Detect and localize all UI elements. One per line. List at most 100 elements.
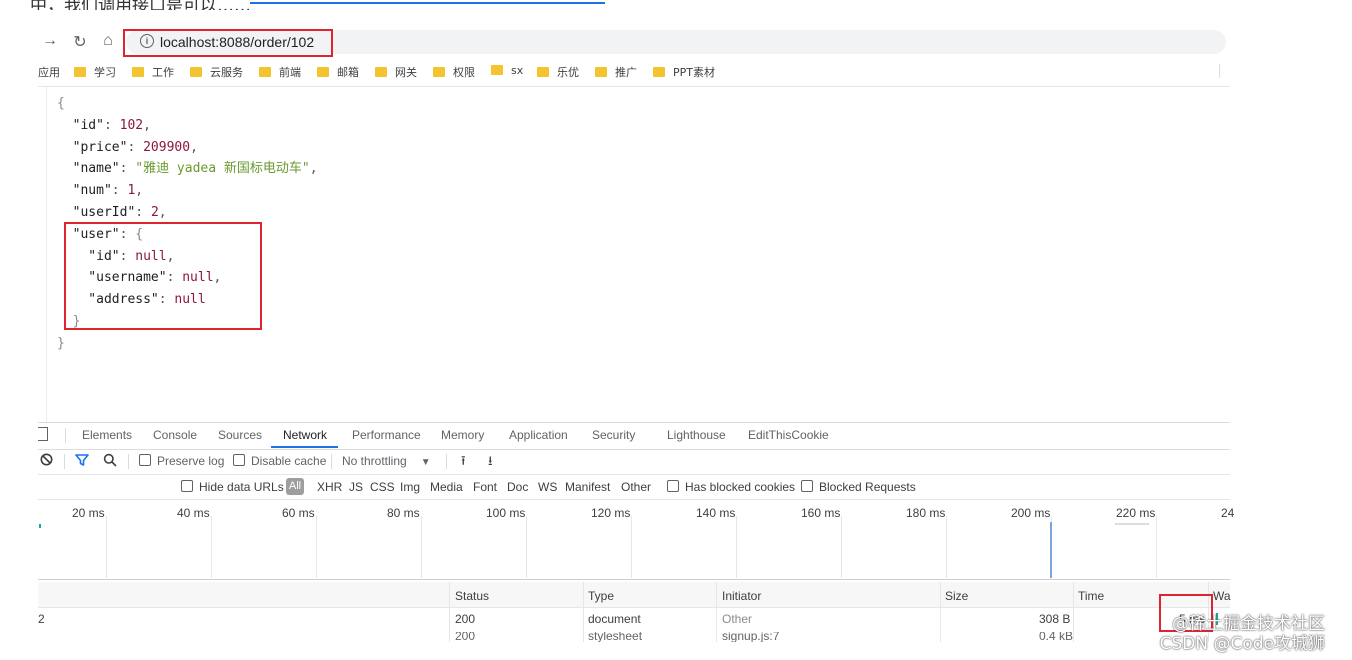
- tab-performance[interactable]: Performance: [352, 428, 421, 442]
- dropdown-arrow-icon: ▼: [420, 457, 431, 468]
- row-size-cell: 308 B: [1039, 612, 1071, 626]
- watermark: @稀土掘金技术社区 CSDN @Code攻城狮: [1152, 614, 1325, 654]
- hide-data-urls-checkbox[interactable]: Hide data URLs: [181, 480, 284, 494]
- top-strip-link-underline: [250, 2, 605, 4]
- network-overview-timeline[interactable]: 20 ms 40 ms 60 ms 80 ms 100 ms 120 ms 14…: [38, 500, 1234, 580]
- toolbar-separator: [128, 454, 129, 469]
- bookmarks-bar: 应用 学习 工作 云服务 前端 邮箱 网关 权限 sx 乐优 推广 PPT素材: [38, 60, 1230, 84]
- folder-icon: [317, 67, 329, 77]
- filter-css[interactable]: CSS: [370, 480, 395, 494]
- timeline-request-marker: [1050, 522, 1052, 578]
- toolbar-separator: [331, 454, 332, 469]
- filter-xhr[interactable]: XHR: [317, 480, 342, 494]
- filter-img[interactable]: Img: [400, 480, 420, 494]
- bookmark-item[interactable]: 权限: [433, 64, 475, 80]
- folder-icon: [491, 65, 503, 75]
- column-waterfall[interactable]: Wa: [1213, 589, 1231, 603]
- bookmark-item[interactable]: 工作: [132, 64, 174, 80]
- timeline-tick: 20 ms: [72, 506, 105, 520]
- timeline-gridline: [106, 516, 107, 578]
- table-row-partial[interactable]: 200 stylesheet signup.js:7 0.4 kB: [38, 632, 1230, 642]
- tab-lighthouse[interactable]: Lighthouse: [667, 428, 726, 442]
- folder-icon: [653, 67, 665, 77]
- timeline-tick: 200 ms: [1011, 506, 1051, 520]
- filter-font[interactable]: Font: [473, 480, 497, 494]
- filter-ws[interactable]: WS: [538, 480, 557, 494]
- blocked-requests-checkbox[interactable]: Blocked Requests: [801, 480, 916, 494]
- tab-memory[interactable]: Memory: [441, 428, 484, 442]
- folder-icon: [375, 67, 387, 77]
- json-line: "name": "雅迪 yadea 新国标电动车",: [57, 161, 318, 177]
- bookmark-apps[interactable]: 应用: [38, 64, 60, 80]
- timeline-tick-underline: [1115, 523, 1149, 525]
- forward-icon[interactable]: →: [40, 32, 60, 50]
- filter-manifest[interactable]: Manifest: [565, 480, 610, 494]
- row-name-cell[interactable]: 2: [38, 612, 45, 626]
- bookmark-item[interactable]: 前端: [259, 64, 301, 80]
- bookmark-item[interactable]: 云服务: [190, 64, 243, 80]
- json-line: }: [57, 335, 65, 351]
- export-har-icon[interactable]: ⭳: [488, 452, 493, 474]
- json-line: "userId": 2,: [57, 204, 167, 220]
- column-type[interactable]: Type: [588, 589, 614, 603]
- filter-all-button[interactable]: All: [286, 478, 304, 495]
- has-blocked-cookies-checkbox[interactable]: Has blocked cookies: [667, 480, 795, 494]
- bookmark-item[interactable]: 推广: [595, 64, 637, 80]
- tab-security[interactable]: Security: [592, 428, 635, 442]
- tab-console[interactable]: Console: [153, 428, 197, 442]
- row-initiator-cell: Other: [722, 612, 753, 626]
- bookmark-item[interactable]: 网关: [375, 64, 417, 80]
- disable-cache-checkbox[interactable]: Disable cache: [233, 454, 326, 468]
- timeline-tick: 120 ms: [591, 506, 631, 520]
- filter-js[interactable]: JS: [349, 480, 363, 494]
- timeline-tick: 40 ms: [177, 506, 210, 520]
- bookmarks-divider: [1219, 64, 1220, 78]
- timeline-gridline: [631, 516, 632, 578]
- timeline-tick: 220 ms: [1116, 506, 1156, 520]
- dock-side-icon[interactable]: [38, 427, 48, 441]
- bookmark-item[interactable]: 学习: [74, 64, 116, 80]
- table-header: Status Type Initiator Size Time Wa: [38, 582, 1231, 608]
- bookmark-item[interactable]: 邮箱: [317, 64, 359, 80]
- filter-doc[interactable]: Doc: [507, 480, 528, 494]
- tab-elements[interactable]: Elements: [82, 428, 132, 442]
- home-icon[interactable]: ⌂: [98, 32, 118, 50]
- filter-media[interactable]: Media: [430, 480, 463, 494]
- network-filter-bar: Hide data URLs All XHR JS CSS Img Media …: [38, 475, 1230, 500]
- page-left-border: [46, 87, 47, 422]
- folder-icon: [132, 67, 144, 77]
- column-time[interactable]: Time: [1078, 589, 1104, 603]
- column-initiator[interactable]: Initiator: [722, 589, 761, 603]
- toolbar-separator: [64, 454, 65, 469]
- folder-icon: [595, 67, 607, 77]
- tab-network[interactable]: Network: [283, 428, 327, 442]
- timeline-tick: 180 ms: [906, 506, 946, 520]
- timeline-gridline: [841, 516, 842, 578]
- json-line: "id": 102,: [57, 117, 151, 133]
- folder-icon: [537, 67, 549, 77]
- import-har-icon[interactable]: ⭱: [461, 452, 466, 474]
- timeline-gridline: [946, 516, 947, 578]
- bookmark-item[interactable]: 乐优: [537, 64, 579, 80]
- timeline-gridline: [736, 516, 737, 578]
- reload-icon[interactable]: ↻: [70, 32, 90, 52]
- timeline-gridline: [421, 516, 422, 578]
- tab-editthiscookie[interactable]: EditThisCookie: [748, 428, 829, 442]
- json-line: "num": 1,: [57, 183, 144, 199]
- clear-icon[interactable]: [40, 453, 53, 469]
- bookmark-item[interactable]: sx: [491, 64, 523, 77]
- folder-icon: [74, 67, 86, 77]
- bookmark-item[interactable]: PPT素材: [653, 64, 715, 80]
- preserve-log-checkbox[interactable]: Preserve log: [139, 454, 224, 468]
- column-status[interactable]: Status: [455, 589, 489, 603]
- filter-other[interactable]: Other: [621, 480, 651, 494]
- column-size[interactable]: Size: [945, 589, 968, 603]
- timeline-tick: 24: [1221, 506, 1235, 520]
- row-status-cell: 200: [455, 612, 476, 626]
- json-line: "price": 209900,: [57, 139, 198, 155]
- tab-application[interactable]: Application: [509, 428, 568, 442]
- search-icon[interactable]: [103, 453, 117, 470]
- filter-icon[interactable]: [75, 453, 89, 470]
- throttling-select[interactable]: No throttling ▼: [342, 454, 431, 468]
- tab-sources[interactable]: Sources: [218, 428, 262, 442]
